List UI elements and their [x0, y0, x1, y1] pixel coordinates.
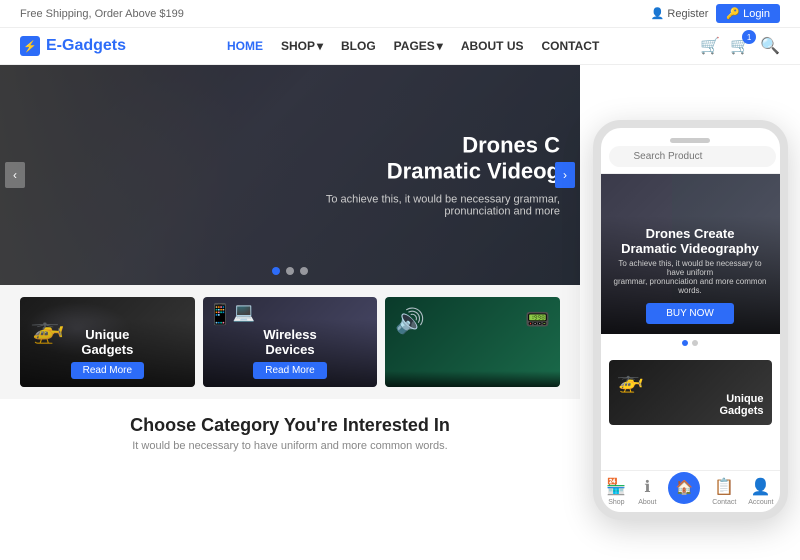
category-card-wireless[interactable]: 📱 💻 WirelessDevices Read More [203, 297, 378, 387]
phone-content: 🔍 ♡ 🛒 3 ☰ [601, 128, 780, 512]
header-icons: 🛒 🛒 1 🔍 [700, 36, 780, 56]
phone-account-icon: 👤 [751, 477, 771, 497]
hero-dots [272, 267, 308, 275]
chevron-down-icon-pages: ▾ [437, 39, 443, 53]
phone-header: 🔍 ♡ 🛒 3 ☰ [601, 128, 780, 174]
phone-hero-title: Drones CreateDramatic Videography [611, 226, 770, 256]
nav-contact[interactable]: CONTACT [542, 39, 600, 53]
left-content: ‹ Drones C Dramatic Videog To achieve th… [0, 65, 580, 460]
nav-home[interactable]: HOME [227, 39, 263, 53]
hero-dot-1[interactable] [272, 267, 280, 275]
phone-nav-about[interactable]: ℹ About [638, 477, 656, 506]
phone-frame: 🔍 ♡ 🛒 3 ☰ [593, 120, 788, 520]
phone-nav-bar: 🏪 Shop ℹ About 🏠 📋 Contact [601, 470, 780, 512]
phone-category-section: 🚁 UniqueGadgets [601, 352, 780, 433]
top-bar: Free Shipping, Order Above $199 👤 Regist… [0, 0, 800, 28]
phone-nav-contact-label: Contact [712, 499, 736, 506]
main-nav: HOME SHOP ▾ BLOG PAGES ▾ ABOUT US CONTAC… [227, 39, 599, 53]
category-btn-wireless[interactable]: Read More [253, 362, 326, 379]
hero-next-button[interactable]: › [555, 162, 575, 188]
hero-prev-button[interactable]: ‹ [5, 162, 25, 188]
logo-icon: ⚡ [20, 36, 40, 56]
phone-drone-icon: 🚁 [617, 368, 644, 394]
tablet-icon: 📟 [525, 307, 550, 332]
phone-category-title: UniqueGadgets [719, 393, 763, 417]
phone-contact-icon: 📋 [714, 477, 734, 497]
phone-nav-about-label: About [638, 499, 656, 506]
category-card-content-other [385, 371, 560, 387]
nav-about[interactable]: ABOUT US [461, 39, 524, 53]
category-card-other[interactable]: 🔊 📟 [385, 297, 560, 387]
phone-hero-overlay: Drones CreateDramatic Videography To ach… [601, 216, 780, 334]
phone-nav-contact[interactable]: 📋 Contact [712, 477, 736, 506]
login-icon: 🔑 [726, 7, 740, 20]
top-bar-actions: 👤 Register 🔑 Login [651, 4, 780, 23]
hero-dot-3[interactable] [300, 267, 308, 275]
nav-blog[interactable]: BLOG [341, 39, 376, 53]
category-card-gadgets[interactable]: 🚁 UniqueGadgets Read More [20, 297, 195, 387]
site-header: ⚡ E-Gadgets HOME SHOP ▾ BLOG PAGES ▾ ABO… [0, 28, 800, 65]
phone-dot-2[interactable] [692, 340, 698, 346]
phone-nav-account[interactable]: 👤 Account [748, 477, 773, 506]
phone-hero-dots [601, 334, 780, 352]
phone-buy-button[interactable]: BUY NOW [646, 303, 734, 324]
phone-speaker [670, 138, 710, 143]
phone-category-content: UniqueGadgets [711, 385, 771, 425]
user-icon: 👤 [651, 7, 665, 20]
phone-hero: Drones CreateDramatic Videography To ach… [601, 174, 780, 334]
category-card-content-wireless: WirelessDevices Read More [203, 319, 378, 387]
cart-badge: 1 [742, 30, 756, 44]
nav-shop[interactable]: SHOP ▾ [281, 39, 323, 53]
phone-shop-icon: 🏪 [606, 477, 626, 497]
hero-title: Drones C Dramatic Videog [300, 133, 560, 186]
hero-section: ‹ Drones C Dramatic Videog To achieve th… [0, 65, 580, 285]
phone-hero-subtitle: To achieve this, it would be necessary t… [611, 259, 770, 295]
shipping-text: Free Shipping, Order Above $199 [20, 8, 184, 20]
phone-nav-shop-label: Shop [608, 499, 624, 506]
main-content: ‹ Drones C Dramatic Videog To achieve th… [0, 65, 800, 460]
wishlist-icon[interactable]: 🛒 [700, 36, 720, 56]
hero-subtitle: To achieve this, it would be necessary g… [300, 193, 560, 217]
phone-search-input[interactable] [609, 146, 776, 167]
choose-title: Choose Category You're Interested In [20, 415, 560, 436]
chevron-down-icon: ▾ [317, 39, 323, 53]
phone-dot-1[interactable] [682, 340, 688, 346]
search-icon[interactable]: 🔍 [760, 36, 780, 56]
cart-icon[interactable]: 🛒 1 [730, 36, 750, 56]
login-button[interactable]: 🔑 Login [716, 4, 780, 23]
category-title-wireless: WirelessDevices [211, 327, 370, 358]
category-cards: 🚁 UniqueGadgets Read More 📱 💻 WirelessDe… [0, 285, 580, 399]
nav-pages[interactable]: PAGES ▾ [394, 39, 443, 53]
phone-about-icon: ℹ [644, 477, 650, 497]
category-btn-gadgets[interactable]: Read More [71, 362, 144, 379]
register-button[interactable]: 👤 Register [651, 7, 709, 20]
hero-content: Drones C Dramatic Videog To achieve this… [300, 133, 560, 218]
choose-category-section: Choose Category You're Interested In It … [0, 399, 580, 460]
phone-search-wrap: 🔍 [609, 146, 776, 167]
phone-nav-account-label: Account [748, 499, 773, 506]
category-card-content-gadgets: UniqueGadgets Read More [20, 319, 195, 387]
mobile-mockup: 🔍 ♡ 🛒 3 ☰ [580, 120, 800, 560]
phone-category-card[interactable]: 🚁 UniqueGadgets [609, 360, 772, 425]
speaker-icon: 🔊 [395, 307, 425, 336]
choose-subtitle: It would be necessary to have uniform an… [20, 440, 560, 452]
phone-nav-shop[interactable]: 🏪 Shop [606, 477, 626, 506]
category-title-gadgets: UniqueGadgets [28, 327, 187, 358]
site-logo[interactable]: ⚡ E-Gadgets [20, 36, 126, 56]
phone-home-btn[interactable]: 🏠 [668, 472, 700, 504]
hero-dot-2[interactable] [286, 267, 294, 275]
